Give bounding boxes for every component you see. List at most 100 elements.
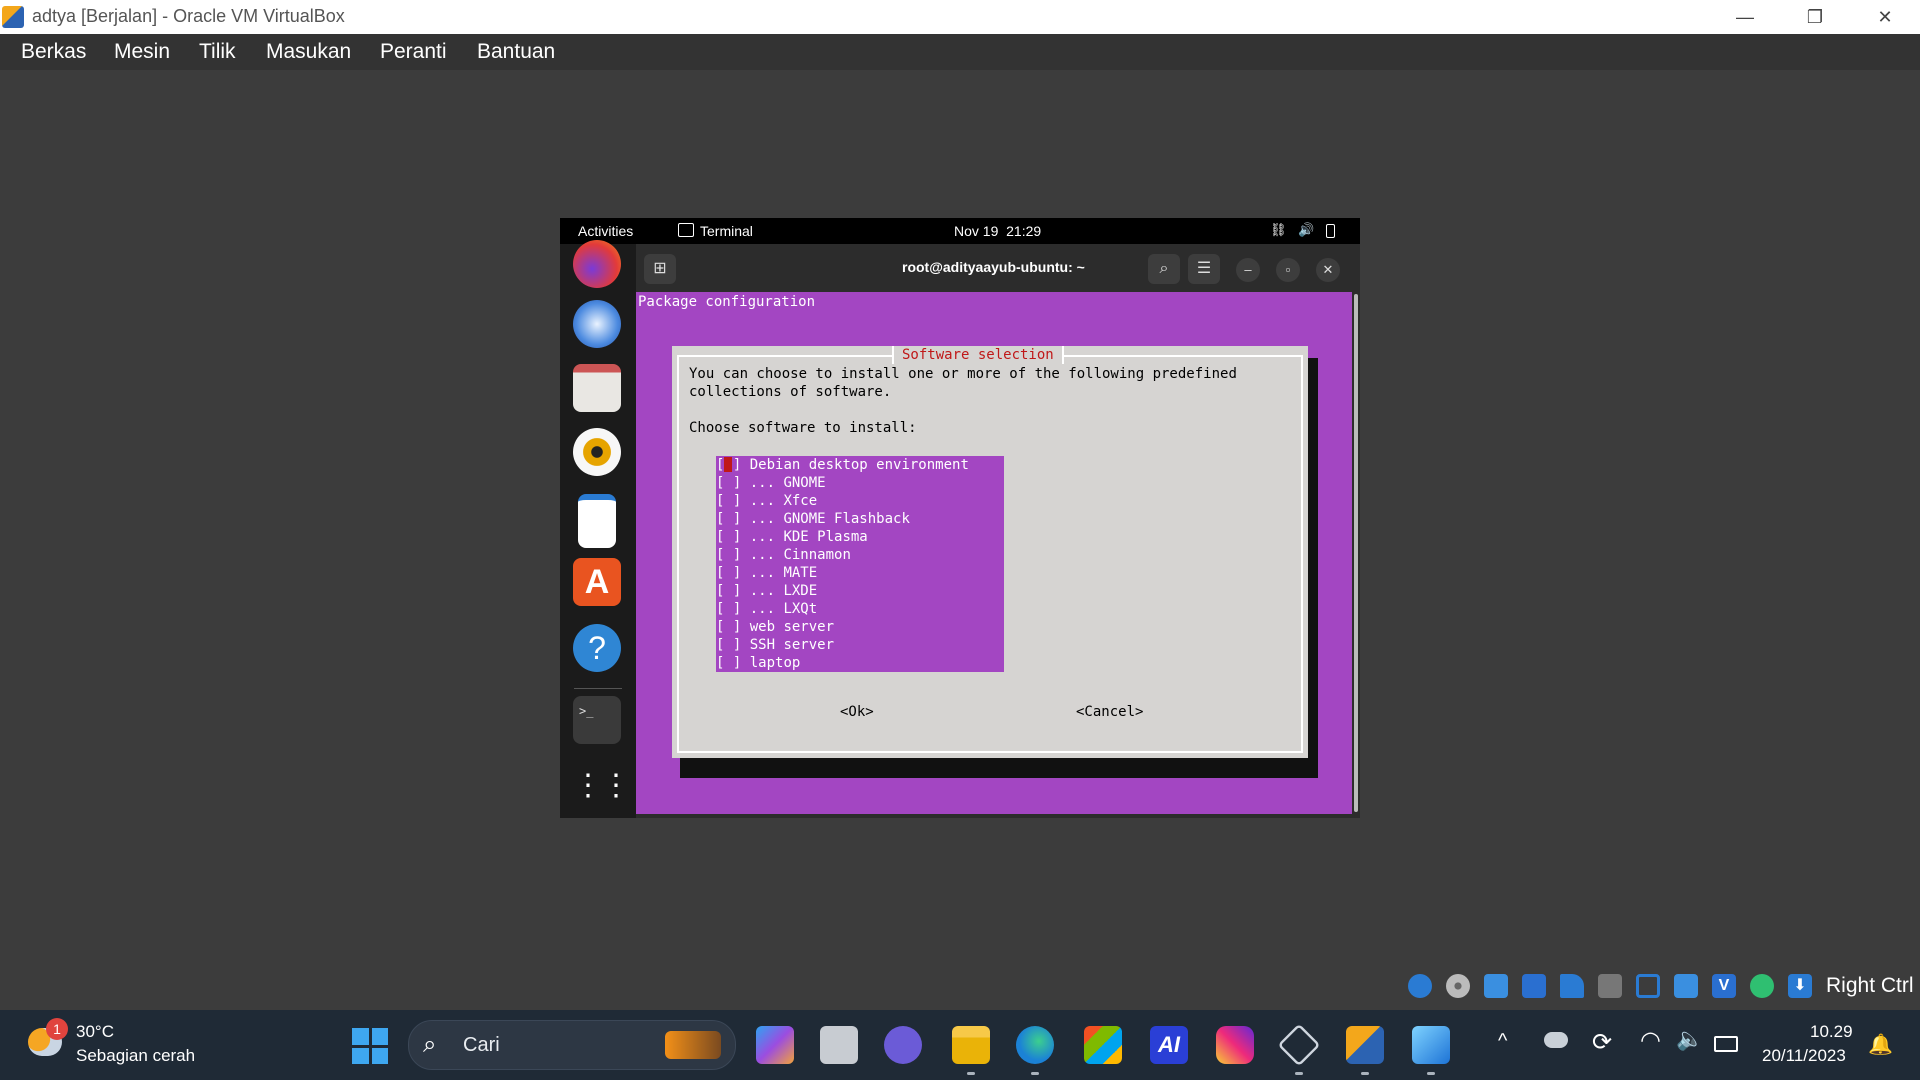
menu-bantuan[interactable]: Bantuan: [477, 40, 555, 64]
battery-icon[interactable]: [1326, 224, 1335, 238]
terminal-window[interactable]: ⊞ root@adityaayub-ubuntu: ~ ⌕ ☰ – ▫ ✕ Pa…: [636, 244, 1360, 818]
keyboard-capture-icon[interactable]: ⬇: [1788, 974, 1812, 998]
checkbox[interactable]: [ ]: [716, 565, 741, 581]
list-item[interactable]: [ ] SSH server: [716, 636, 834, 654]
minimize-button[interactable]: —: [1710, 0, 1780, 34]
virtualbox-icon: [2, 6, 24, 28]
item-label: SSH server: [749, 637, 835, 653]
search-icon: ⌕: [423, 1031, 437, 1058]
edge-icon[interactable]: [1016, 1026, 1054, 1064]
hamburger-menu-icon[interactable]: ☰: [1188, 254, 1220, 284]
chevron-up-icon[interactable]: ^: [1498, 1030, 1507, 1053]
speaker-icon[interactable]: 🔈: [1676, 1026, 1703, 1052]
taskbar-search[interactable]: ⌕ Cari: [408, 1020, 736, 1070]
terminal-content[interactable]: Package configuration Software selection…: [636, 292, 1352, 814]
checkbox[interactable]: [ ]: [716, 529, 741, 545]
network-adapter-icon[interactable]: [1522, 974, 1546, 998]
display-icon[interactable]: [1636, 974, 1660, 998]
clock-date[interactable]: 20/11/2023: [1762, 1046, 1846, 1066]
list-item[interactable]: [ ] ... KDE Plasma: [716, 528, 868, 546]
close-button[interactable]: ✕: [1850, 0, 1920, 34]
guest-screen[interactable]: Activities Terminal Nov 19 21:29 ⛓ 🔊 A ?…: [560, 218, 1360, 818]
clock-time[interactable]: 10.29: [1810, 1022, 1853, 1042]
terminal-icon[interactable]: >_: [573, 696, 621, 744]
app-center-icon[interactable]: A: [573, 558, 621, 606]
task-view-icon[interactable]: [820, 1026, 858, 1064]
item-label: ... Cinnamon: [749, 547, 851, 563]
weather-temp[interactable]: 30°C: [76, 1022, 114, 1042]
rhythmbox-icon[interactable]: [573, 428, 621, 476]
hard-disk-icon[interactable]: [1408, 974, 1432, 998]
item-label: ... GNOME: [749, 475, 826, 491]
virtualbox-vm-icon[interactable]: [1346, 1026, 1384, 1064]
list-item[interactable]: [ ] ... GNOME Flashback: [716, 510, 910, 528]
ok-button[interactable]: <Ok>: [840, 704, 874, 720]
virtualbox-cube-icon[interactable]: [1277, 1023, 1321, 1067]
activities-button[interactable]: Activities: [578, 223, 633, 239]
search-icon[interactable]: ⌕: [1148, 254, 1180, 284]
minimize-icon[interactable]: –: [1236, 258, 1260, 282]
audio-icon[interactable]: [1484, 974, 1508, 998]
terminal-scrollbar[interactable]: [1352, 292, 1360, 814]
optical-drive-icon[interactable]: [1446, 974, 1470, 998]
show-apps-icon[interactable]: ⋮⋮⋮: [573, 764, 659, 812]
checkbox[interactable]: [ ]: [716, 583, 741, 599]
checkbox[interactable]: [ ]: [716, 511, 741, 527]
usb-icon[interactable]: [1560, 974, 1584, 998]
windows-start-icon[interactable]: [352, 1028, 388, 1064]
list-item[interactable]: [ ] laptop: [716, 654, 800, 672]
battery-icon[interactable]: [1714, 1036, 1738, 1052]
checkbox[interactable]: [ ]: [716, 601, 741, 617]
checkbox[interactable]: [ ]: [716, 619, 741, 635]
menu-tilik[interactable]: Tilik: [199, 40, 236, 64]
checkbox[interactable]: [ ]: [716, 637, 741, 653]
weather-desc[interactable]: Sebagian cerah: [76, 1046, 195, 1066]
copilot-icon[interactable]: [756, 1026, 794, 1064]
new-tab-icon[interactable]: ⊞: [644, 254, 676, 284]
app-menu-label[interactable]: Terminal: [700, 223, 753, 239]
cancel-button[interactable]: <Cancel>: [1076, 704, 1143, 720]
microsoft-store-icon[interactable]: [1084, 1026, 1122, 1064]
photos-icon[interactable]: [1412, 1026, 1450, 1064]
help-icon[interactable]: ?: [573, 624, 621, 672]
network-icon[interactable]: ⛓: [1270, 222, 1287, 238]
cpu-icon[interactable]: V: [1712, 974, 1736, 998]
restore-button[interactable]: ❐: [1780, 0, 1850, 34]
list-item[interactable]: [ ] ... MATE: [716, 564, 817, 582]
checkbox[interactable]: [ ]: [716, 547, 741, 563]
list-item[interactable]: [ ] ... Xfce: [716, 492, 817, 510]
scrollbar-thumb[interactable]: [1354, 294, 1358, 812]
notification-bell-icon[interactable]: 🔔: [1868, 1032, 1893, 1057]
volume-icon[interactable]: 🔊: [1298, 222, 1314, 238]
menu-berkas[interactable]: Berkas: [21, 40, 86, 64]
close-icon[interactable]: ✕: [1316, 258, 1340, 282]
instagram-icon[interactable]: [1216, 1026, 1254, 1064]
thunderbird-icon[interactable]: [573, 300, 621, 348]
files-icon[interactable]: [573, 364, 621, 412]
file-explorer-icon[interactable]: [952, 1026, 990, 1064]
list-item[interactable]: [ ] ... GNOME: [716, 474, 826, 492]
list-item[interactable]: [ ] web server: [716, 618, 834, 636]
sync-icon[interactable]: ⟳: [1592, 1028, 1612, 1057]
menu-peranti[interactable]: Peranti: [380, 40, 447, 64]
mouse-integration-icon[interactable]: [1750, 974, 1774, 998]
list-item[interactable]: [ ] ... LXDE: [716, 582, 817, 600]
list-item[interactable]: [ ] ... LXQt: [716, 600, 817, 618]
menu-mesin[interactable]: Mesin: [114, 40, 170, 64]
wifi-icon[interactable]: ◠: [1640, 1026, 1661, 1055]
clock[interactable]: Nov 19 21:29: [954, 223, 1041, 239]
onedrive-icon[interactable]: [1544, 1032, 1568, 1048]
recording-icon[interactable]: [1674, 974, 1698, 998]
checkbox[interactable]: [ ]: [716, 475, 741, 491]
list-item[interactable]: [ ] ... Cinnamon: [716, 546, 851, 564]
maximize-icon[interactable]: ▫: [1276, 258, 1300, 282]
menu-masukan[interactable]: Masukan: [266, 40, 351, 64]
firefox-icon[interactable]: [573, 240, 621, 288]
ai-app-icon[interactable]: AI: [1150, 1026, 1188, 1064]
writer-icon[interactable]: [578, 494, 616, 548]
checkbox[interactable]: [ ]: [716, 655, 741, 671]
shared-folders-icon[interactable]: [1598, 974, 1622, 998]
list-item[interactable]: [ ] Debian desktop environment: [716, 456, 969, 474]
checkbox[interactable]: [ ]: [716, 493, 741, 509]
teams-chat-icon[interactable]: [884, 1026, 922, 1064]
